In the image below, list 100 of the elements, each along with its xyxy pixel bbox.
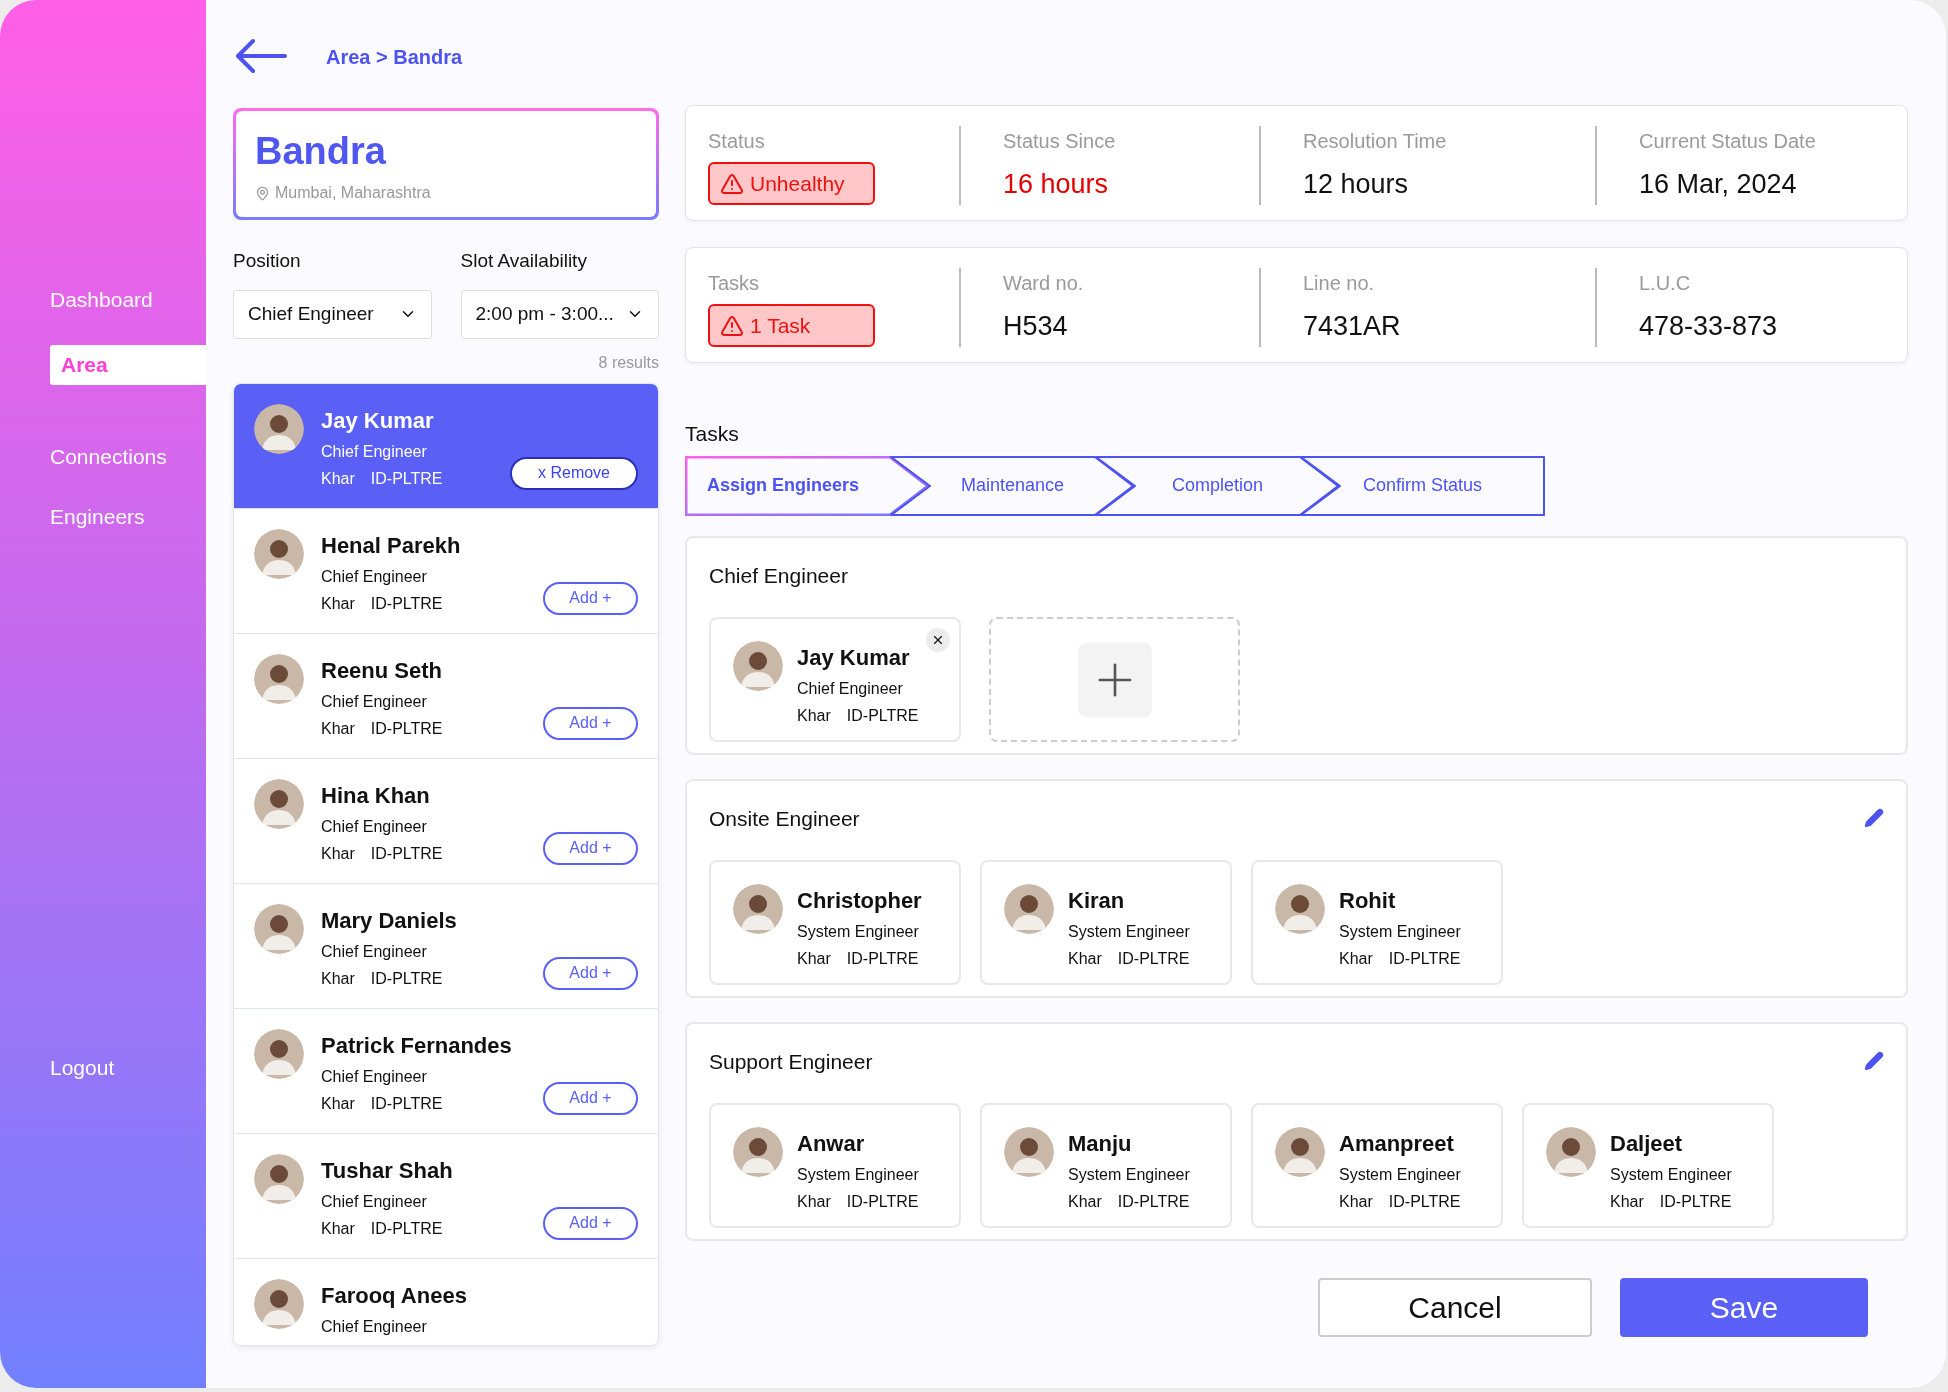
avatar <box>254 653 304 704</box>
member-name: Anwar <box>797 1130 866 1158</box>
engineer-id: ID-PLTRE <box>370 468 443 489</box>
avatar <box>733 884 783 934</box>
engineer-item[interactable]: Hina Khan Chief Engineer Khar ID-PLTRE Add + <box>234 758 658 884</box>
nav-item[interactable]: Area <box>50 345 206 385</box>
engineer-item[interactable]: Tushar Shah Chief Engineer Khar ID-PLTRE Add + <box>234 1133 658 1259</box>
member-id: ID-PLTRE <box>846 1192 919 1212</box>
info-label: Tasks <box>708 271 761 296</box>
member-id: ID-PLTRE <box>1117 949 1190 969</box>
avatar <box>254 403 304 454</box>
breadcrumb[interactable]: Area > Bandra <box>326 42 463 72</box>
avatar <box>254 903 304 954</box>
task-step[interactable]: Confirm Status <box>1300 455 1545 516</box>
info-value: 7431AR <box>1303 310 1402 343</box>
engineer-item[interactable]: Reenu Seth Chief Engineer Khar ID-PLTRE Add + <box>234 633 658 759</box>
edit-icon[interactable] <box>1864 1051 1884 1072</box>
add-button[interactable]: Add + <box>543 706 638 740</box>
engineer-name: Patrick Fernandes <box>321 1031 512 1060</box>
add-button[interactable]: Add + <box>543 1081 638 1115</box>
member-role: System Engineer <box>797 1165 919 1185</box>
avatar <box>1004 1127 1054 1177</box>
filter-select[interactable]: Chief Engineer <box>233 289 432 339</box>
info-value: 12 hours <box>1303 168 1410 201</box>
close-button[interactable] <box>926 628 950 652</box>
nav-item[interactable]: Dashboard <box>50 280 206 320</box>
engineer-role: Chief Engineer <box>321 691 428 712</box>
warning-icon <box>720 171 744 196</box>
member-role: Chief Engineer <box>797 679 904 699</box>
member-location: Khar <box>1610 1192 1644 1212</box>
member-id: ID-PLTRE <box>1117 1192 1190 1212</box>
member-id: ID-PLTRE <box>846 949 919 969</box>
engineer-item[interactable]: Patrick Fernandes Chief Engineer Khar ID-PLTRE Add + <box>234 1008 658 1134</box>
logout-link[interactable]: Logout <box>50 1051 206 1083</box>
member-name: Amanpreet <box>1339 1130 1455 1158</box>
engineer-location: Khar <box>321 468 355 489</box>
edit-icon[interactable] <box>1864 808 1884 829</box>
avatar <box>733 1127 783 1177</box>
info-value: 16 Mar, 2024 <box>1639 168 1798 201</box>
filter-select[interactable]: 2:00 pm - 3:00... <box>460 289 659 339</box>
member-role: System Engineer <box>1339 1165 1461 1185</box>
remove-button[interactable]: x Remove <box>510 456 638 490</box>
task-step[interactable]: Maintenance <box>890 455 1135 516</box>
engineer-role: Chief Engineer <box>321 1316 428 1337</box>
add-button[interactable]: Add + <box>543 1206 638 1240</box>
engineer-location: Khar <box>321 968 355 989</box>
add-button[interactable]: Add + <box>543 956 638 990</box>
engineer-location: Khar <box>321 718 355 739</box>
engineer-role: Chief Engineer <box>321 941 428 962</box>
task-step[interactable]: Assign Engineers <box>685 455 930 516</box>
engineer-id: ID-PLTRE <box>370 843 443 864</box>
back-arrow-icon[interactable] <box>235 38 287 74</box>
engineer-item[interactable]: Farooq Anees Chief Engineer <box>234 1258 658 1345</box>
avatar <box>1546 1127 1596 1177</box>
engineer-name: Henal Parekh <box>321 531 461 560</box>
member-name: Daljeet <box>1610 1130 1684 1158</box>
info-label: Resolution Time <box>1303 129 1448 154</box>
tasks-title: Tasks <box>685 421 740 447</box>
engineer-location: Khar <box>321 1093 355 1114</box>
alert-badge: Unhealthy <box>708 162 875 205</box>
info-value: H534 <box>1003 310 1069 343</box>
member-location: Khar <box>1339 949 1373 969</box>
area-location: Mumbai, Maharashtra <box>275 183 431 203</box>
add-button[interactable]: Add + <box>543 581 638 615</box>
member-role: System Engineer <box>1339 922 1461 942</box>
member-role: System Engineer <box>1068 922 1190 942</box>
avatar <box>1275 1127 1325 1177</box>
info-label: Ward no. <box>1003 271 1085 296</box>
engineer-name: Hina Khan <box>321 781 431 810</box>
member-name: Christopher <box>797 887 922 915</box>
member-id: ID-PLTRE <box>1388 949 1461 969</box>
engineer-item[interactable]: Mary Daniels Chief Engineer Khar ID-PLTRE Add + <box>234 883 658 1009</box>
nav-item[interactable]: Connections <box>50 437 206 477</box>
engineer-id: ID-PLTRE <box>370 1093 443 1114</box>
engineer-id: ID-PLTRE <box>370 968 443 989</box>
cancel-button[interactable]: Cancel <box>1318 1277 1592 1337</box>
engineer-item[interactable]: Jay Kumar Chief Engineer Khar ID-PLTRE x Remove <box>234 383 658 509</box>
save-button[interactable]: Save <box>1620 1277 1868 1337</box>
avatar <box>1004 884 1054 934</box>
add-button[interactable]: Add + <box>543 831 638 865</box>
member-role: System Engineer <box>1068 1165 1190 1185</box>
task-step[interactable]: Completion <box>1095 455 1340 516</box>
engineer-name: Mary Daniels <box>321 906 457 935</box>
close-icon <box>931 633 945 647</box>
member-id: ID-PLTRE <box>846 706 919 726</box>
filter-label: Slot Availability <box>460 249 588 273</box>
engineer-role: Chief Engineer <box>321 1066 428 1087</box>
member-role: System Engineer <box>1610 1165 1732 1185</box>
engineer-item[interactable]: Henal Parekh Chief Engineer Khar ID-PLTRE Add + <box>234 508 658 634</box>
engineer-role: Chief Engineer <box>321 1191 428 1212</box>
alert-badge: 1 Task <box>708 304 875 347</box>
member-name: Rohit <box>1339 887 1397 915</box>
member-name: Kiran <box>1068 887 1126 915</box>
engineer-role: Chief Engineer <box>321 566 428 587</box>
engineer-name: Farooq Anees <box>321 1281 467 1310</box>
area-name: Bandra <box>255 129 387 173</box>
engineer-location: Khar <box>321 843 355 864</box>
engineer-role: Chief Engineer <box>321 441 428 462</box>
warning-icon <box>720 313 744 338</box>
nav-item[interactable]: Engineers <box>50 497 206 537</box>
